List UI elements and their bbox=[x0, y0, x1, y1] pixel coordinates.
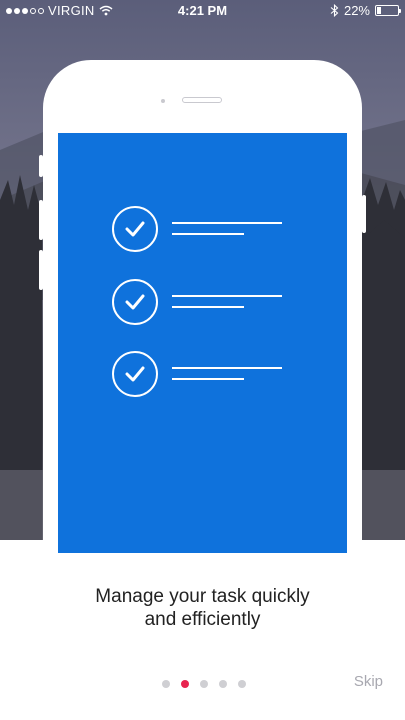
task-line bbox=[172, 306, 244, 308]
bluetooth-icon bbox=[330, 4, 339, 17]
phone-camera bbox=[161, 99, 165, 103]
check-circle-icon bbox=[112, 206, 158, 252]
pager-dot-active[interactable] bbox=[181, 680, 189, 688]
tagline-line-1: Manage your task quickly bbox=[95, 586, 310, 607]
task-line bbox=[172, 233, 244, 235]
pager-dot[interactable] bbox=[162, 680, 170, 688]
task-line bbox=[172, 367, 282, 369]
phone-mute-switch bbox=[39, 155, 43, 177]
checklist-item bbox=[112, 206, 342, 252]
phone-screen bbox=[58, 133, 347, 553]
pager-dot[interactable] bbox=[200, 680, 208, 688]
check-circle-icon bbox=[112, 351, 158, 397]
phone-volume-down bbox=[39, 250, 43, 290]
status-bar: VIRGIN 4:21 PM 22% bbox=[0, 0, 405, 22]
checklist-item bbox=[112, 351, 342, 397]
page-indicator bbox=[162, 680, 246, 688]
task-line bbox=[172, 222, 282, 224]
tagline-line-2: and efficiently bbox=[144, 609, 261, 630]
onboarding-tagline: Manage your task quickly and efficiently bbox=[0, 585, 405, 631]
phone-mockup bbox=[39, 60, 366, 620]
skip-button[interactable]: Skip bbox=[354, 673, 383, 690]
checklist-item bbox=[112, 279, 342, 325]
phone-volume-up bbox=[39, 200, 43, 240]
phone-speaker bbox=[182, 97, 222, 103]
battery-icon bbox=[375, 5, 401, 16]
task-line bbox=[172, 378, 244, 380]
task-line bbox=[172, 295, 282, 297]
check-circle-icon bbox=[112, 279, 158, 325]
pager-dot[interactable] bbox=[238, 680, 246, 688]
battery-percentage: 22% bbox=[343, 3, 370, 18]
phone-power-button bbox=[362, 195, 366, 233]
pager-dot[interactable] bbox=[219, 680, 227, 688]
